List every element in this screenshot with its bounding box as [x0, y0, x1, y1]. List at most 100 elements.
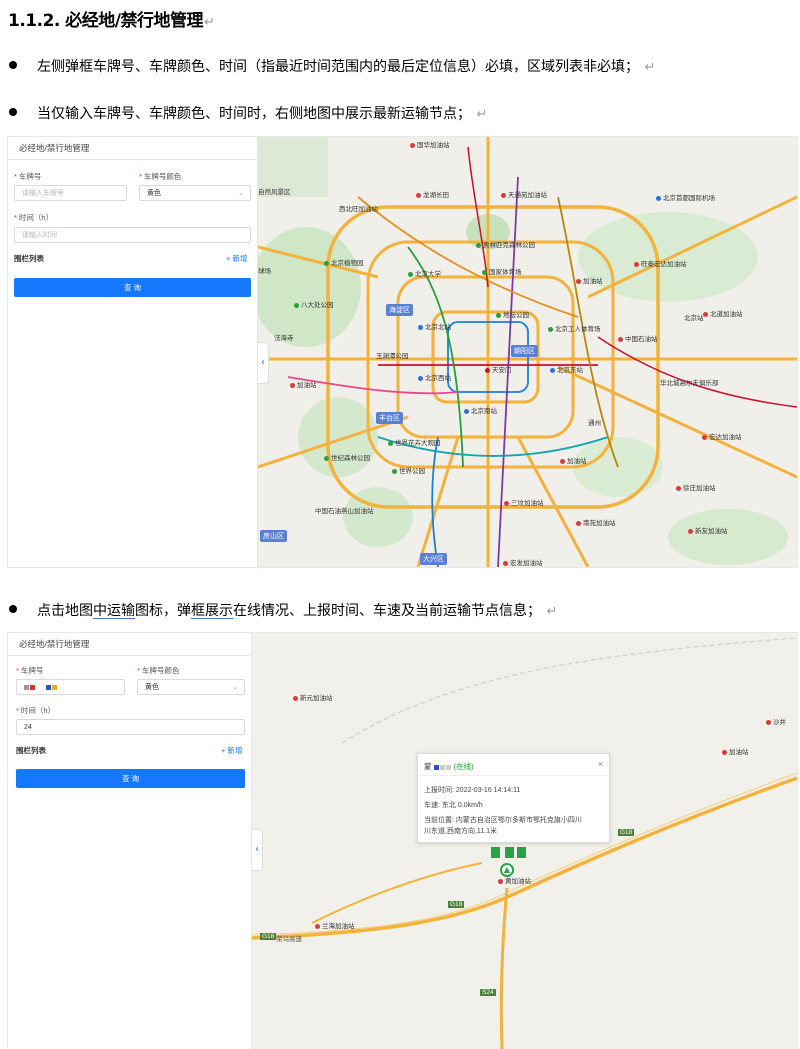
- plate-input[interactable]: [16, 679, 125, 695]
- road-shield: G18: [448, 901, 465, 908]
- plate-input[interactable]: 请输入车牌号: [14, 185, 127, 201]
- bullet-3-text-d: 框展示: [191, 603, 233, 619]
- map-place: 自然风景区: [258, 189, 291, 196]
- district-label: 丰台区: [376, 412, 403, 424]
- time-input[interactable]: 24: [16, 719, 245, 735]
- map-place: 北京大学: [408, 268, 441, 278]
- location-row-cont: 川东道,西南方向,11.1米: [424, 828, 497, 835]
- map-place: 西北旺加油站: [339, 206, 378, 213]
- online-status: (在线): [453, 762, 474, 771]
- panel-title: 必经地/禁行地管理: [8, 633, 251, 656]
- map-place: 宏达加油站: [702, 431, 742, 441]
- map-place: 新友加油站: [688, 525, 728, 535]
- map-place: 国华加油站: [410, 139, 450, 149]
- add-fence-button[interactable]: + 新增: [221, 745, 242, 756]
- time-label: * 时间（h）: [14, 213, 54, 222]
- plate-color-select[interactable]: 黄色 ⌄: [139, 185, 251, 201]
- return-mark: ↵: [546, 604, 558, 619]
- map-place: 北京北站: [418, 321, 451, 331]
- road-shield: S24: [480, 989, 496, 996]
- speed-row: 车速: 东北 0.0km/h: [424, 802, 483, 809]
- bullet-dot: [9, 605, 17, 613]
- district-label: 大兴区: [420, 553, 447, 565]
- map-place: 北道加油站: [703, 308, 743, 318]
- map-place: 世界花卉大观园: [388, 437, 441, 447]
- plate-color-select[interactable]: 黄色 ⌄: [137, 679, 245, 695]
- road-name: 荣乌高速: [276, 936, 302, 943]
- time-label: * 时间（h）: [16, 706, 56, 715]
- fence-list-label: 围栏列表: [14, 254, 44, 263]
- district-label: 海淀区: [386, 304, 413, 316]
- query-button[interactable]: 查 询: [14, 278, 251, 297]
- map-place: 三坟加油站: [504, 497, 544, 507]
- map-place: 北京工人体育场: [548, 323, 601, 333]
- bullet-2-text: 当仅输入车牌号、车牌颜色、时间时，右侧地图中展示最新运输节点；: [37, 106, 471, 122]
- map-place: 宏发加油站: [503, 557, 543, 567]
- return-mark: ↵: [204, 15, 215, 30]
- route-map[interactable]: 新元加油站 沙井 加油站 兰海加油站 黄加油站 G18 荣乌高速 G18 G18…: [252, 633, 797, 1049]
- plate-label: * 车牌号: [14, 172, 42, 181]
- map-place: 黄加油站: [498, 875, 531, 885]
- truck-node-marker[interactable]: [491, 847, 527, 861]
- navigation-arrow-icon[interactable]: ▲: [500, 863, 514, 877]
- map-place: 龙湖长田: [416, 189, 449, 199]
- screenshot-2: 必经地/禁行地管理 * 车牌号 * 车牌号颜色 黄色 ⌄ * 时间（h） 24 围栏列表…: [7, 632, 798, 1049]
- map-place: 中国石油站: [618, 333, 658, 343]
- add-fence-button[interactable]: + 新增: [226, 253, 247, 264]
- collapse-panel-toggle[interactable]: ‹: [258, 342, 269, 384]
- map-place: 北京西站: [418, 372, 451, 382]
- chevron-down-icon: ⌄: [238, 190, 244, 197]
- chevron-left-icon: ‹: [261, 357, 265, 368]
- map-place: 法海寺: [274, 335, 294, 342]
- fence-list-label: 围栏列表: [16, 746, 46, 755]
- collapse-panel-toggle[interactable]: ‹: [252, 829, 263, 871]
- map-place: 北京站: [684, 315, 704, 322]
- return-mark: ↵: [644, 60, 656, 75]
- bullet-3-text-e: 在线情况、上报时间、车速及当前运输节点信息；: [233, 603, 541, 619]
- popup-header: 蒙 (在线): [424, 762, 474, 771]
- map-place: 北京植物园: [324, 257, 364, 267]
- map-place: 八大处公园: [294, 299, 334, 309]
- chevron-down-icon: ⌄: [232, 684, 238, 691]
- map-place: 北京南站: [464, 405, 497, 415]
- bullet-3-text-b: 中运输: [93, 603, 135, 619]
- bullet-dot: [9, 108, 17, 116]
- plate-color-label: * 车牌号颜色: [139, 172, 182, 181]
- map-place: 国家体育场: [482, 266, 522, 276]
- time-input[interactable]: 请输入时间: [14, 227, 251, 243]
- map-place: 加油站: [722, 746, 749, 756]
- map-place: 加油站: [560, 455, 587, 465]
- map-place: 奥林匹克森林公园: [476, 239, 535, 249]
- chevron-left-icon: ‹: [255, 844, 259, 855]
- district-label: 朝阳区: [511, 345, 538, 357]
- section-heading: 1.1.2. 必经地/禁行地管理↵: [8, 6, 215, 31]
- close-icon[interactable]: ×: [598, 759, 603, 769]
- map-place: 加油站: [290, 379, 317, 389]
- map-place: 世界公园: [392, 465, 425, 475]
- bullet-dot: [9, 61, 17, 69]
- city-map[interactable]: 海淀区 朝阳区 丰台区 房山区 大兴区 国华加油站 自然风景区 龙湖长田 天通苑…: [258, 137, 797, 567]
- map-place: 通州: [588, 420, 601, 427]
- bullet-3-text-a: 点击地图: [37, 603, 93, 619]
- map-place: 新元加油站: [293, 692, 333, 702]
- query-panel: 必经地/禁行地管理 * 车牌号 * 车牌号颜色 黄色 ⌄ * 时间（h） 24 围栏列表…: [8, 633, 252, 1049]
- map-place: 加油站: [576, 275, 603, 285]
- map-place: 旺泰宏达加油站: [634, 258, 687, 268]
- query-button[interactable]: 查 询: [16, 769, 245, 788]
- map-place: 北京首都国际机场: [656, 192, 715, 202]
- plate-label: * 车牌号: [16, 666, 44, 675]
- map-place: 南苑加油站: [576, 517, 616, 527]
- map-place: 中国石油燕山加油站: [315, 508, 374, 515]
- map-place: 地坛公园: [496, 309, 529, 319]
- map-place: 天安门: [485, 364, 512, 374]
- map-place: 华北城高尔夫俱乐部: [660, 380, 719, 387]
- screenshot-1: 必经地/禁行地管理 * 车牌号 请输入车牌号 * 车牌号颜色 黄色 ⌄ * 时间（h） …: [7, 136, 798, 568]
- map-place: 徐庄加油站: [676, 482, 716, 492]
- map-place: 兰海加油站: [315, 920, 355, 930]
- district-label: 房山区: [260, 530, 287, 542]
- map-place: 世纪森林公园: [324, 452, 370, 462]
- map-place: 天通苑加油站: [501, 189, 547, 199]
- map-place: 玉渊潭公园: [376, 353, 409, 360]
- plate-color-label: * 车牌号颜色: [137, 666, 180, 675]
- return-mark: ↵: [476, 107, 488, 122]
